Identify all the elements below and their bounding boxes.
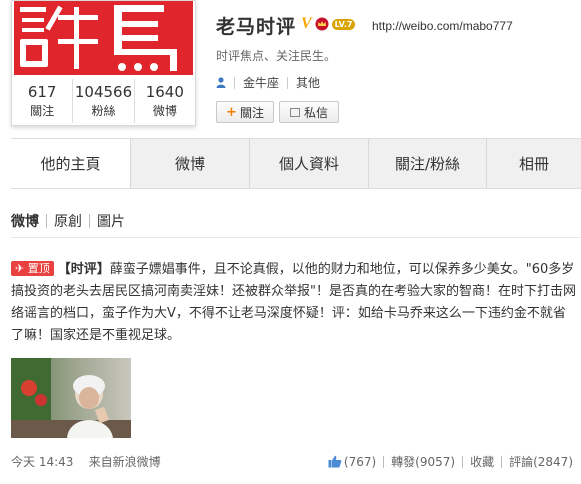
action-divider [462,455,464,468]
level-badge[interactable]: LV.7 [331,18,356,30]
filter-divider [46,214,47,228]
repost-button[interactable]: 轉發(9057) [391,453,455,470]
weibo-profile-page: 617 關注 104566 粉絲 1640 微博 老马时评 V LV.7 htt… [0,0,581,484]
tab-follow-fans[interactable]: 關注/粉絲 [369,139,487,188]
divider [11,237,581,238]
tab-home[interactable]: 他的主頁 [11,139,131,188]
meta-divider [287,76,289,89]
verified-badge[interactable]: V [301,15,312,33]
feed-filter: 微博 原創 圖片 [11,211,125,231]
tab-weibo[interactable]: 微博 [131,139,250,188]
follow-label: 關注 [239,105,264,120]
filter-divider [89,214,90,228]
profile-url[interactable]: http://weibo.com/mabo777 [372,19,513,33]
stat-fans[interactable]: 104566 粉絲 [73,79,135,123]
thumbs-up-icon [328,455,342,467]
meta-divider [234,76,235,89]
stat-value: 1640 [145,83,184,101]
stat-value: 104566 [74,83,133,101]
avatar[interactable] [14,1,193,75]
plus-icon: + [226,104,237,120]
zodiac-link[interactable]: 金牛座 [243,74,279,91]
post-content: ✈ 置顶 【时评】薛蛮子嫖娼事件，且不论真假，以他的财力和地位，可以保养多少美女… [11,259,576,347]
like-count: (767) [343,454,377,469]
comment-button[interactable]: 評論(2847) [509,453,573,470]
like-button[interactable]: (767) [328,455,376,469]
favorite-button[interactable]: 收藏 [470,453,494,470]
person-icon [216,77,226,88]
follow-button[interactable]: + 關注 [216,101,274,123]
filter-weibo[interactable]: 微博 [11,211,39,231]
post-source[interactable]: 来自新浪微博 [89,455,161,469]
filter-original[interactable]: 原創 [54,211,82,231]
message-button[interactable]: 私信 [279,101,339,123]
stat-value: 617 [27,83,57,101]
stat-label: 微博 [152,104,177,118]
avatar-logo-graphic [14,1,193,75]
profile-bio: 时评焦点、关注民生。 [216,49,337,63]
post-actions: (767) 轉發(9057) 收藏 評論(2847) [328,453,573,470]
pin-icon: ✈ [15,262,25,275]
post-meta: 今天 14:43 来自新浪微博 [11,453,161,470]
other-link[interactable]: 其他 [296,74,320,91]
profile-stats: 617 關注 104566 粉絲 1640 微博 [12,79,195,123]
profile-badges: V LV.7 [301,15,356,33]
filter-images[interactable]: 圖片 [97,211,125,231]
message-label: 私信 [303,105,328,120]
stat-label: 關注 [30,104,55,118]
stat-weibo[interactable]: 1640 微博 [135,79,195,123]
profile-tabs: 他的主頁 微博 個人資料 關注/粉絲 相冊 [11,138,581,189]
profile-name: 老马时评 [216,16,297,38]
post-time[interactable]: 今天 14:43 [11,455,73,469]
post-topic[interactable]: 【时评】 [58,262,110,277]
crown-icon[interactable] [315,17,329,31]
envelope-icon [289,107,300,117]
pinned-badge: ✈ 置顶 [11,261,54,276]
tab-album[interactable]: 相冊 [487,139,581,188]
stat-following[interactable]: 617 關注 [12,79,74,123]
profile-meta: 金牛座 其他 [216,74,320,91]
action-divider [383,455,385,468]
post-photo-graphic [11,358,131,438]
avatar-card: 617 關注 104566 粉絲 1640 微博 [11,0,196,126]
tab-profile-info[interactable]: 個人資料 [250,139,369,188]
pinned-label: 置顶 [27,262,50,275]
post-image[interactable] [11,358,131,438]
action-divider [501,455,503,468]
stat-label: 粉絲 [91,104,116,118]
